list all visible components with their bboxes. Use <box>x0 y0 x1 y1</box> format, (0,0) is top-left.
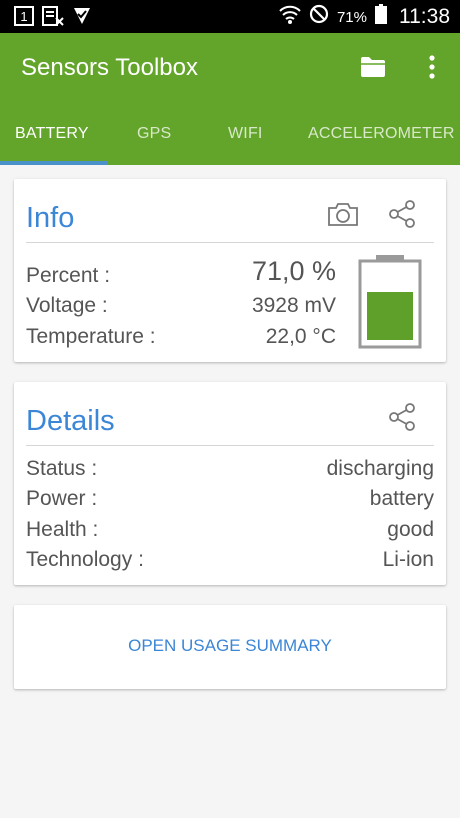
temperature-label: Temperature : <box>26 325 156 348</box>
battery-level-graphic <box>358 253 422 354</box>
usage-summary-card: OPEN USAGE SUMMARY <box>14 605 446 689</box>
technology-label: Technology : <box>26 548 144 571</box>
battery-percent: 71% <box>336 8 367 26</box>
tab-accelerometer[interactable]: ACCELEROMETER <box>308 125 455 143</box>
status-label: Status : <box>26 457 98 480</box>
info-divider <box>26 242 434 243</box>
app-title: Sensors Toolbox <box>21 54 198 81</box>
tab-battery[interactable]: BATTERY <box>15 125 89 143</box>
download-check-icon <box>72 6 92 31</box>
health-label: Health : <box>26 518 99 541</box>
app-bar: Sensors Toolbox <box>0 33 460 103</box>
tab-gps[interactable]: GPS <box>137 125 171 143</box>
info-title: Info <box>26 202 75 234</box>
sim-1-icon: 1 <box>14 6 34 31</box>
open-usage-summary-button[interactable]: OPEN USAGE SUMMARY <box>14 636 446 656</box>
folder-icon[interactable] <box>360 56 386 83</box>
do-not-disturb-icon <box>309 4 329 30</box>
screen-cast-off-icon <box>42 6 64 31</box>
status-value: discharging <box>326 457 434 480</box>
camera-icon[interactable] <box>327 201 359 232</box>
tab-bar: BATTERY GPS WIFI ACCELEROMETER <box>0 103 460 165</box>
battery-fill <box>367 292 413 340</box>
power-label: Power : <box>26 487 98 510</box>
percent-value: 71,0 % <box>251 256 336 286</box>
tab-wifi[interactable]: WIFI <box>228 125 263 143</box>
tab-indicator <box>0 161 108 165</box>
info-card: Info Percent : 71,0 % Voltage : 3928 mV … <box>14 179 446 362</box>
percent-label: Percent : <box>26 264 111 287</box>
share-icon[interactable] <box>388 199 418 234</box>
status-bar: 1 71% 11:38 <box>0 0 460 33</box>
share-icon[interactable] <box>388 402 418 437</box>
voltage-label: Voltage : <box>26 294 108 317</box>
health-value: good <box>387 518 434 541</box>
more-vert-icon[interactable] <box>427 54 437 85</box>
details-divider <box>26 445 434 446</box>
clock: 11:38 <box>399 5 450 28</box>
technology-value: Li-ion <box>382 548 434 571</box>
temperature-value: 22,0 °C <box>265 325 336 348</box>
power-value: battery <box>369 487 434 510</box>
wifi-icon <box>279 4 301 30</box>
voltage-value: 3928 mV <box>251 294 336 317</box>
details-title: Details <box>26 405 115 437</box>
details-card: Details Status : discharging Power : bat… <box>14 382 446 585</box>
svg-text:1: 1 <box>20 9 27 24</box>
battery-icon <box>375 4 387 30</box>
